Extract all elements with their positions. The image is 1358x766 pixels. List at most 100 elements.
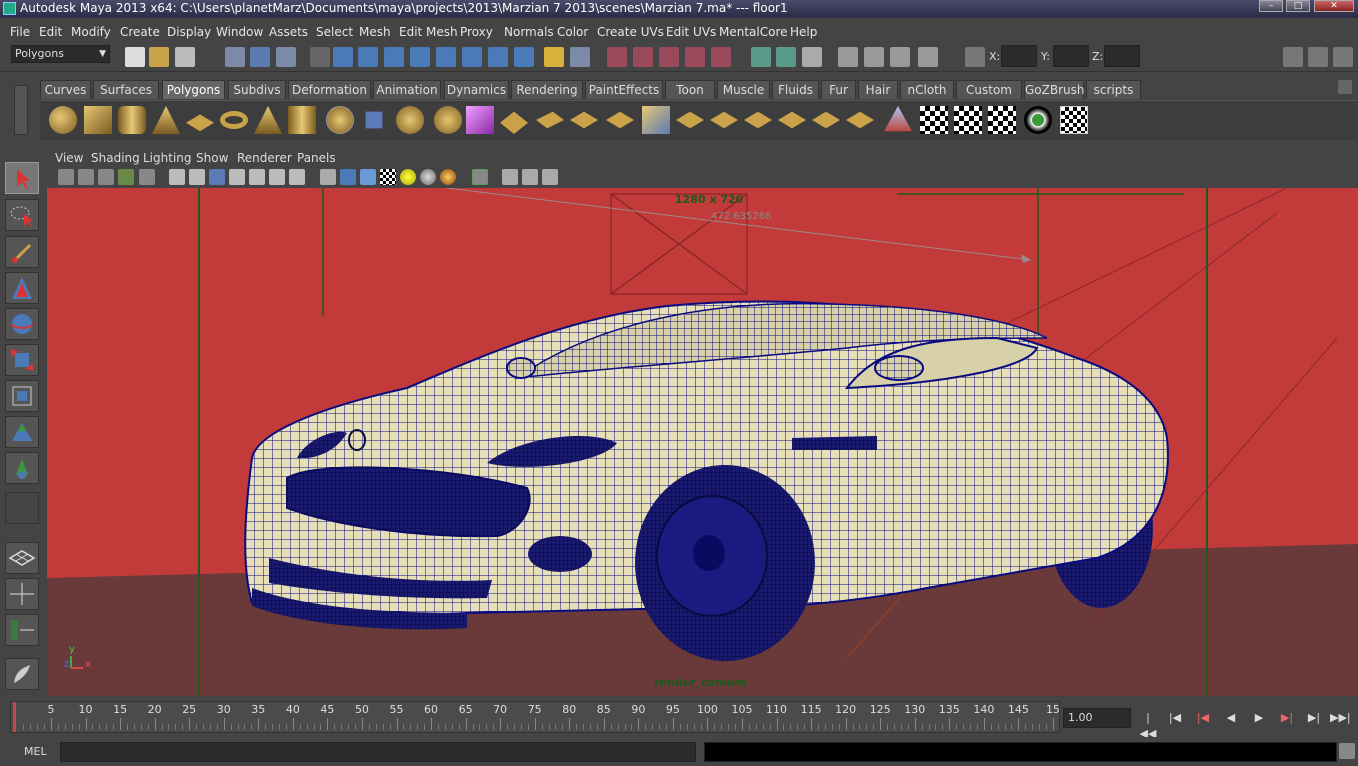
maximize-button[interactable]: □ bbox=[1286, 0, 1310, 12]
y-field[interactable] bbox=[1053, 45, 1089, 67]
paint-selection-tool-icon[interactable] bbox=[5, 236, 39, 268]
step-back-frame-icon[interactable]: |◀ bbox=[1165, 710, 1185, 726]
tab-custom[interactable]: Custom bbox=[956, 80, 1022, 99]
go-to-end-icon[interactable]: ▶▶| bbox=[1330, 710, 1351, 726]
new-scene-icon[interactable] bbox=[125, 47, 145, 67]
combine-icon[interactable] bbox=[365, 111, 383, 129]
highlight-selection-icon[interactable] bbox=[570, 47, 590, 67]
panel-menu-renderer[interactable]: Renderer bbox=[237, 151, 292, 165]
select-by-hierarchy-icon[interactable] bbox=[225, 47, 245, 67]
select-by-component-icon[interactable] bbox=[276, 47, 296, 67]
close-button[interactable]: ✕ bbox=[1314, 0, 1354, 12]
single-perspective-layout-icon[interactable] bbox=[5, 542, 39, 574]
tab-deformation[interactable]: Deformation bbox=[288, 80, 371, 99]
scale-tool-icon[interactable] bbox=[5, 344, 39, 376]
insert-edge-loop-icon[interactable] bbox=[642, 106, 670, 134]
camera-attributes-icon[interactable] bbox=[78, 169, 94, 185]
current-time-marker[interactable] bbox=[13, 702, 16, 732]
poly-cylinder-icon[interactable] bbox=[118, 106, 146, 134]
xray-components-icon[interactable] bbox=[542, 169, 558, 185]
cylindrical-mapping-icon[interactable] bbox=[954, 106, 982, 134]
ipr-render-icon[interactable] bbox=[890, 47, 910, 67]
current-frame-field[interactable]: 1.00 bbox=[1063, 708, 1131, 728]
poly-cube-icon[interactable] bbox=[84, 106, 112, 134]
separate-icon[interactable] bbox=[396, 106, 424, 134]
tab-hair[interactable]: Hair bbox=[858, 80, 898, 99]
tab-subdivs[interactable]: Subdivs bbox=[228, 80, 286, 99]
tab-painteffects[interactable]: PaintEffects bbox=[585, 80, 663, 99]
wedge-face-icon[interactable] bbox=[846, 111, 874, 129]
collapse-icon[interactable] bbox=[778, 111, 806, 129]
menu-assets[interactable]: Assets bbox=[269, 25, 308, 39]
extrude-icon[interactable] bbox=[500, 111, 528, 134]
poly-sphere-icon[interactable] bbox=[49, 106, 77, 134]
select-tool-icon[interactable] bbox=[5, 162, 39, 194]
perspective-viewport[interactable]: 1280 x 720 472.635266 render_camera y z … bbox=[47, 188, 1358, 696]
outliner-icon[interactable] bbox=[5, 658, 39, 690]
append-polygon-icon[interactable] bbox=[570, 111, 598, 129]
snap-view-plane-icon[interactable] bbox=[685, 47, 705, 67]
render-view-icon[interactable] bbox=[838, 47, 858, 67]
menu-mentalcore[interactable]: MentalCore bbox=[719, 25, 788, 39]
construction-history-icon[interactable] bbox=[802, 47, 822, 67]
render-settings-icon[interactable] bbox=[918, 47, 938, 67]
automatic-mapping-icon[interactable] bbox=[1024, 106, 1052, 134]
shelf-trash-icon[interactable] bbox=[1338, 80, 1352, 94]
field-chart-icon[interactable] bbox=[249, 169, 265, 185]
uv-mask-icon[interactable] bbox=[436, 47, 456, 67]
film-gate-icon[interactable] bbox=[189, 169, 205, 185]
soft-modification-tool-icon[interactable] bbox=[5, 416, 39, 448]
uv-texture-editor-icon[interactable] bbox=[1060, 106, 1088, 134]
show-manipulator-icon[interactable] bbox=[5, 452, 39, 484]
poly-cone-icon[interactable] bbox=[152, 106, 180, 134]
timeline-track[interactable]: 5 10 15 20 25 30 35 40 45 50 55 60 65 70 75 80 85 90 95 100… bbox=[10, 701, 1060, 733]
menu-set-selector[interactable]: Polygons ▼ bbox=[11, 45, 110, 63]
planar-mapping-icon[interactable] bbox=[920, 106, 948, 134]
snap-live-icon[interactable] bbox=[711, 47, 731, 67]
menu-edit-uvs[interactable]: Edit UVs bbox=[666, 25, 716, 39]
edge-mask-icon[interactable] bbox=[384, 47, 404, 67]
offset-edge-loop-icon[interactable] bbox=[676, 111, 704, 129]
isolate-select-icon[interactable] bbox=[472, 169, 488, 185]
menu-modify[interactable]: Modify bbox=[71, 25, 111, 39]
tab-muscle[interactable]: Muscle bbox=[717, 80, 770, 99]
poly-torus-icon[interactable] bbox=[220, 111, 248, 129]
play-forwards-icon[interactable]: ▶ bbox=[1249, 710, 1269, 726]
menu-select[interactable]: Select bbox=[316, 25, 353, 39]
tab-fur[interactable]: Fur bbox=[821, 80, 856, 99]
select-by-object-icon[interactable] bbox=[250, 47, 270, 67]
textured-icon[interactable] bbox=[380, 169, 396, 185]
image-plane-icon[interactable] bbox=[118, 169, 134, 185]
channel-box-icon[interactable] bbox=[1333, 47, 1353, 67]
smooth-icon[interactable] bbox=[434, 106, 462, 134]
tab-gozbrush[interactable]: GoZBrush bbox=[1024, 80, 1085, 99]
tool-settings-icon[interactable] bbox=[1308, 47, 1328, 67]
menu-help[interactable]: Help bbox=[790, 25, 817, 39]
grid-toggle-icon[interactable] bbox=[169, 169, 185, 185]
bookmark-icon[interactable] bbox=[98, 169, 114, 185]
smooth-shade-icon[interactable] bbox=[340, 169, 356, 185]
menu-create-uvs[interactable]: Create UVs bbox=[597, 25, 664, 39]
panel-menu-lighting[interactable]: Lighting bbox=[143, 151, 192, 165]
tab-dynamics[interactable]: Dynamics bbox=[444, 80, 509, 99]
tab-fluids[interactable]: Fluids bbox=[772, 80, 819, 99]
minimize-button[interactable]: – bbox=[1259, 0, 1283, 12]
poly-soccer-ball-icon[interactable] bbox=[326, 106, 354, 134]
tab-animation[interactable]: Animation bbox=[373, 80, 441, 99]
lasso-tool-icon[interactable] bbox=[5, 199, 39, 231]
sculpt-tool-icon[interactable] bbox=[884, 106, 912, 132]
step-forward-frame-icon[interactable]: ▶| bbox=[1304, 710, 1324, 726]
poly-pipe-icon[interactable] bbox=[288, 106, 316, 134]
menu-edit[interactable]: Edit bbox=[39, 25, 62, 39]
persp-outliner-layout-icon[interactable] bbox=[5, 614, 39, 646]
move-tool-icon[interactable] bbox=[5, 272, 39, 304]
last-tool-slot[interactable] bbox=[5, 492, 39, 524]
pick-mask-icon[interactable] bbox=[333, 47, 353, 67]
z-field[interactable] bbox=[1104, 45, 1140, 67]
select-camera-icon[interactable] bbox=[58, 169, 74, 185]
misc-mask-icon[interactable] bbox=[488, 47, 508, 67]
vertex-face-mask-icon[interactable] bbox=[462, 47, 482, 67]
go-to-start-icon[interactable]: |◀◀ bbox=[1138, 710, 1158, 740]
panel-menu-view[interactable]: View bbox=[55, 151, 83, 165]
script-editor-icon[interactable] bbox=[1339, 743, 1355, 759]
